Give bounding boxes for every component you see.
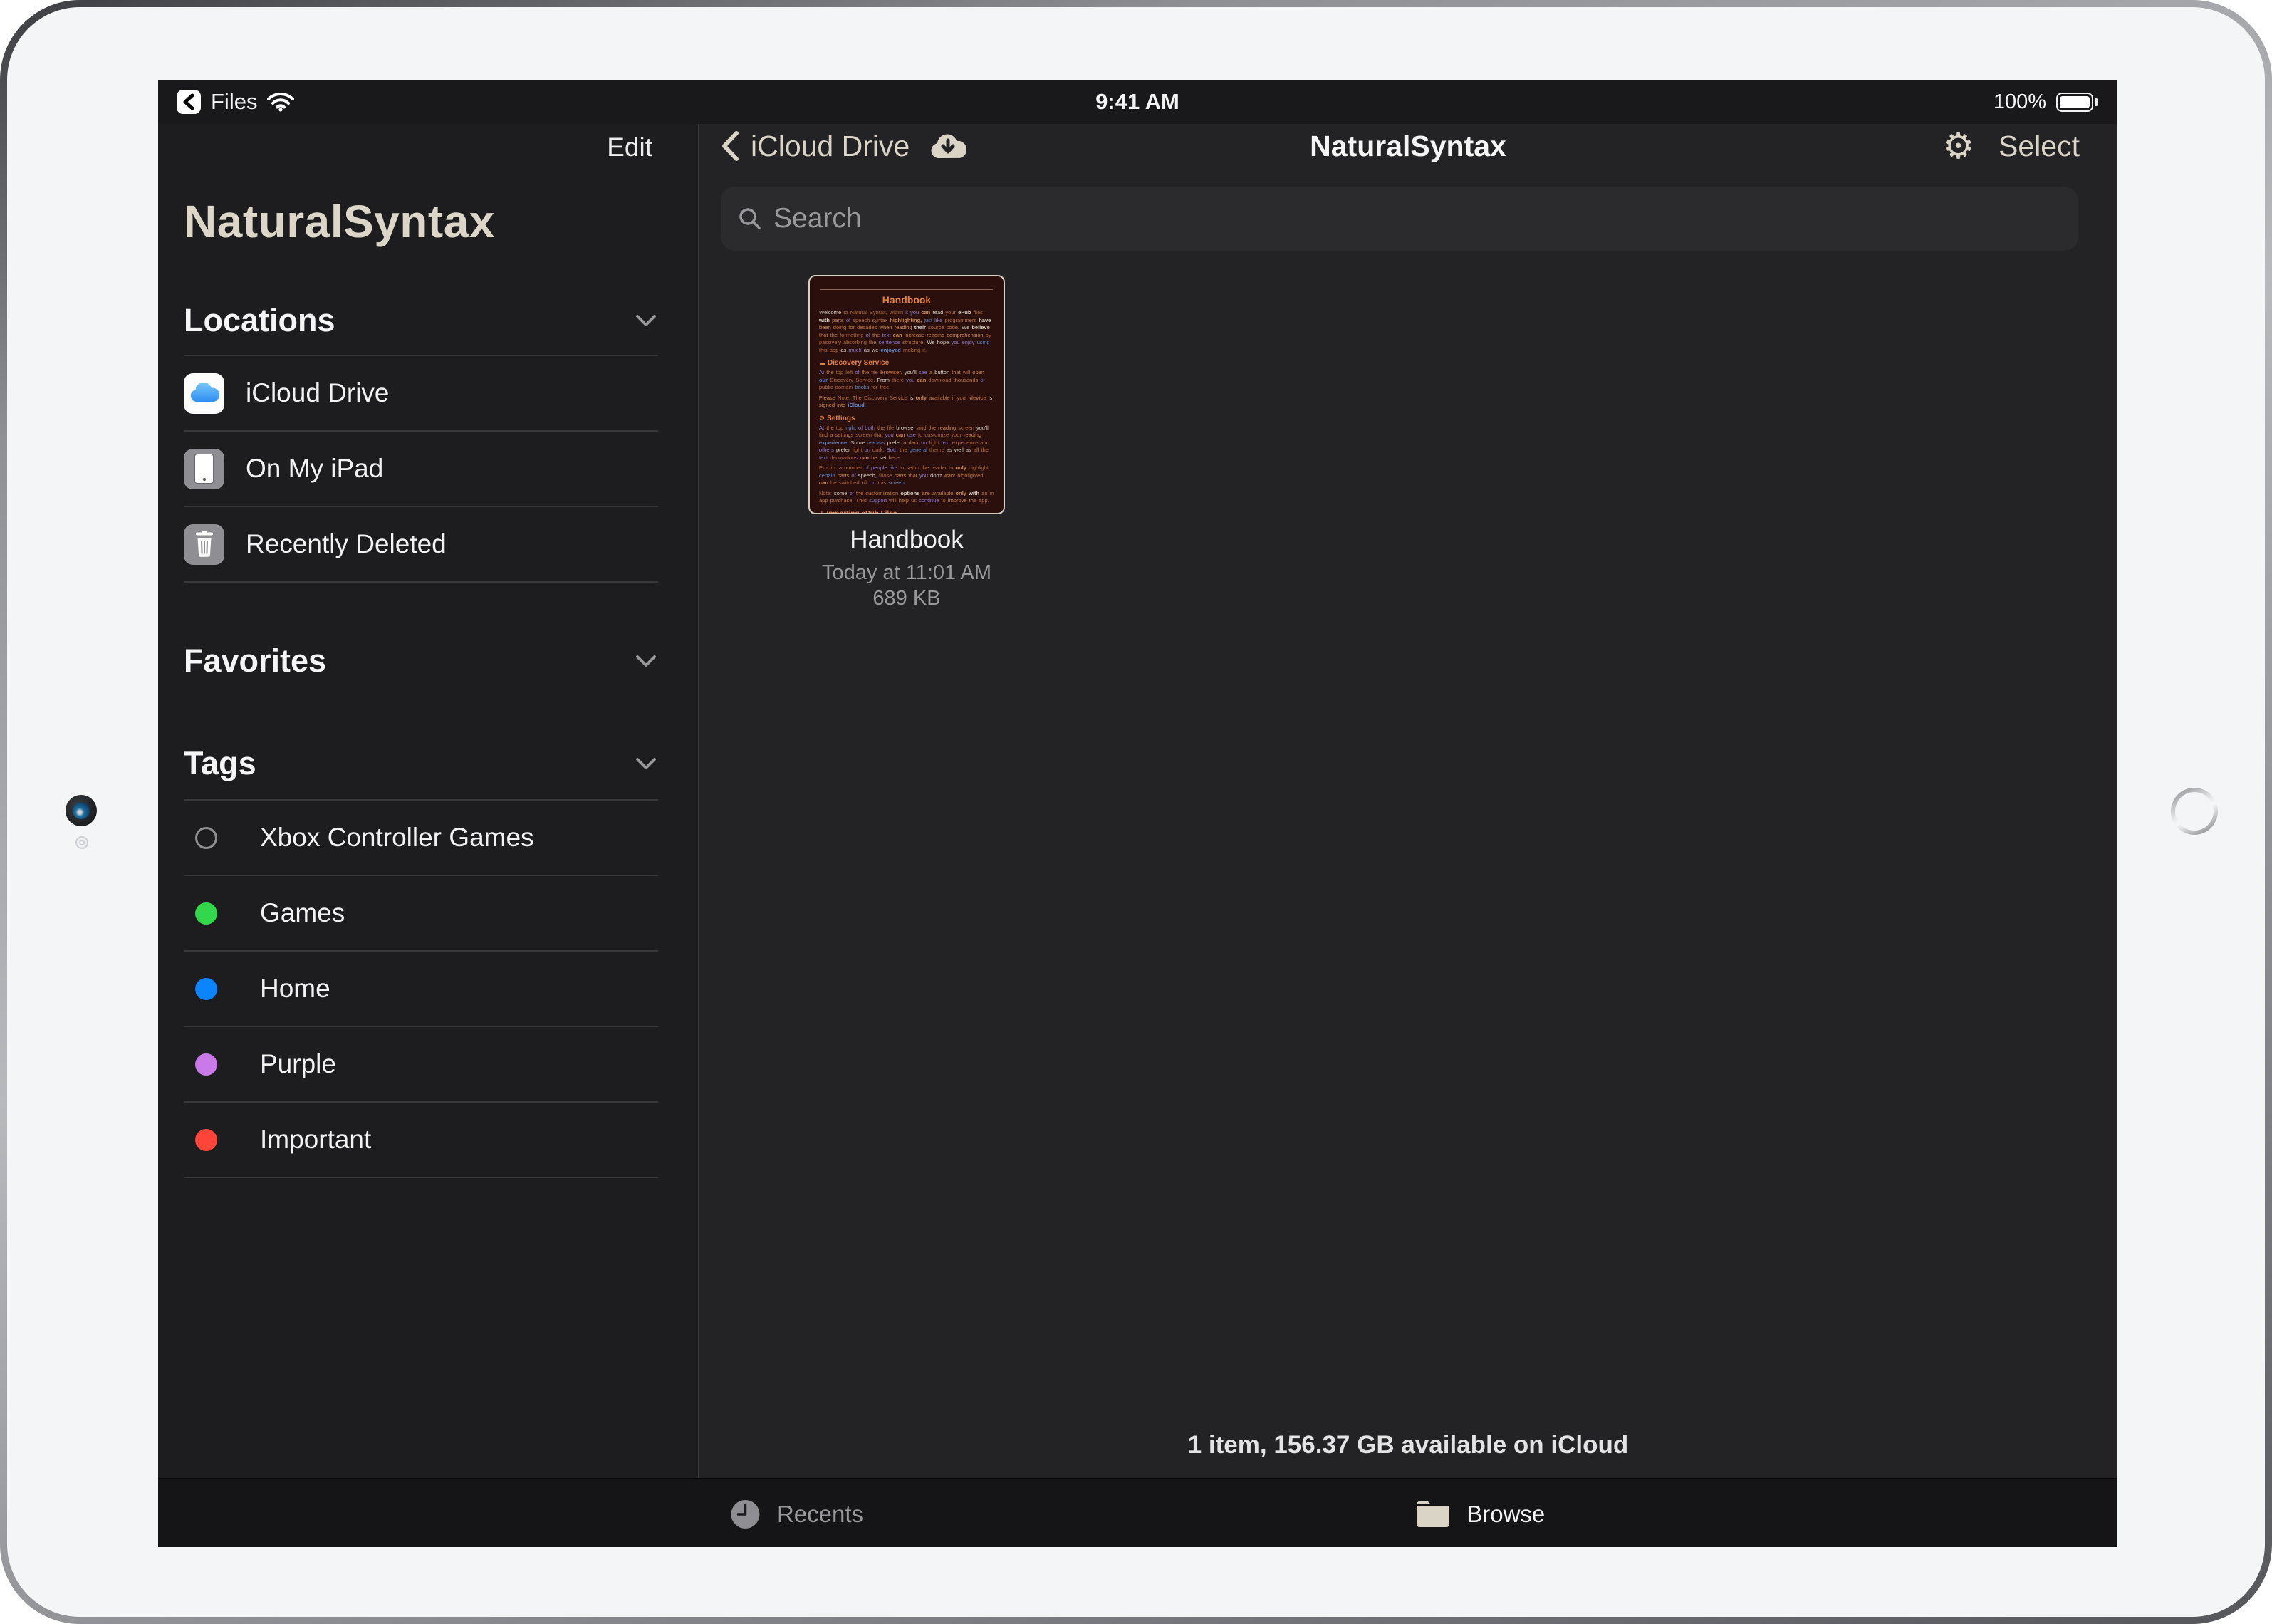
status-bar: Files 9:41 AM 100% [158,80,2117,124]
tag-label: Xbox Controller Games [260,823,534,853]
search-bar[interactable] [721,187,2078,251]
favorites-section-header[interactable]: Favorites [158,642,698,680]
back-chevron-icon [721,130,739,162]
item-count-status: 1 item, 156.37 GB available on iCloud [699,1431,2117,1459]
tab-browse[interactable]: Browse [1415,1479,1545,1547]
chevron-down-icon[interactable] [635,655,657,667]
tags-title: Tags [184,745,256,782]
icloud-download-icon[interactable] [929,132,966,160]
search-icon [738,207,762,231]
tag-label: Home [260,974,330,1004]
tag-item-games[interactable]: Games [158,876,698,950]
screen: Files 9:41 AM 100% [158,80,2117,1547]
file-name: Handbook [850,526,964,554]
tag-item-important[interactable]: Important [158,1103,698,1177]
ambient-sensor [75,836,88,849]
back-to-app-button[interactable] [177,90,201,114]
tag-label: Purple [260,1049,336,1079]
sidebar: Edit NaturalSyntax Locations [158,124,699,1478]
battery-icon [2056,93,2098,112]
sidebar-item-recently-deleted[interactable]: Recently Deleted [158,507,698,581]
tag-item-home[interactable]: Home [158,952,698,1026]
tag-circle-icon [195,827,217,849]
tags-section-header[interactable]: Tags [158,745,698,782]
tag-item-purple[interactable]: Purple [158,1027,698,1101]
file-modified-date: Today at 11:01 AM [822,560,991,585]
sidebar-item-label: iCloud Drive [246,378,390,408]
navigation-bar: iCloud Drive NaturalSyntax ⚙ Select [699,124,2117,168]
page-title: NaturalSyntax [1310,130,1506,163]
ipad-device: Files 9:41 AM 100% [0,0,2272,1624]
back-to-app-label[interactable]: Files [211,89,257,115]
front-camera [66,795,97,826]
tab-recents[interactable]: Recents [730,1479,863,1547]
chevron-down-icon[interactable] [635,757,657,770]
tag-circle-icon [195,1053,217,1076]
tab-browse-label: Browse [1466,1501,1545,1528]
tab-bar: Recents Browse [158,1478,2117,1547]
tag-circle-icon [195,978,217,1000]
chevron-down-icon[interactable] [635,314,657,327]
tag-circle-icon [195,1129,217,1151]
back-button[interactable]: iCloud Drive [721,130,966,163]
tag-circle-icon [195,902,217,925]
wifi-icon [267,92,294,112]
tag-label: Important [260,1125,371,1155]
search-input[interactable] [773,203,2061,234]
battery-percent: 100% [1994,90,2046,114]
back-chevron-icon [182,93,195,110]
tab-recents-label: Recents [777,1501,863,1528]
sidebar-item-label: Recently Deleted [246,529,447,559]
clock-icon [730,1499,761,1530]
main-content: iCloud Drive NaturalSyntax ⚙ Select [699,124,2117,1478]
edit-button[interactable]: Edit [607,131,652,164]
file-item-handbook[interactable]: HandbookWelcome to Natural Syntax, withi… [808,275,1005,612]
sidebar-item-on-my-ipad[interactable]: On My iPad [158,432,698,506]
home-button[interactable] [2171,788,2218,835]
sidebar-app-title: NaturalSyntax [158,195,698,248]
locations-title: Locations [184,302,335,339]
file-thumbnail[interactable]: HandbookWelcome to Natural Syntax, withi… [808,275,1005,514]
folder-icon [1415,1499,1451,1529]
file-size: 689 KB [822,585,991,611]
ipad-icon [184,449,224,489]
icloud-drive-icon [184,373,224,414]
sidebar-item-icloud-drive[interactable]: iCloud Drive [158,356,698,430]
sidebar-item-label: On My iPad [246,454,383,484]
favorites-title: Favorites [184,642,326,680]
tag-item-xbox-controller-games[interactable]: Xbox Controller Games [158,801,698,875]
back-button-label: iCloud Drive [751,130,910,163]
settings-gear-icon[interactable]: ⚙ [1942,128,1974,164]
tag-label: Games [260,898,345,928]
camera-lens [73,802,90,819]
trash-icon [184,524,224,565]
locations-section-header[interactable]: Locations [158,302,698,339]
clock-time: 9:41 AM [1095,89,1179,115]
select-button[interactable]: Select [1999,130,2080,163]
